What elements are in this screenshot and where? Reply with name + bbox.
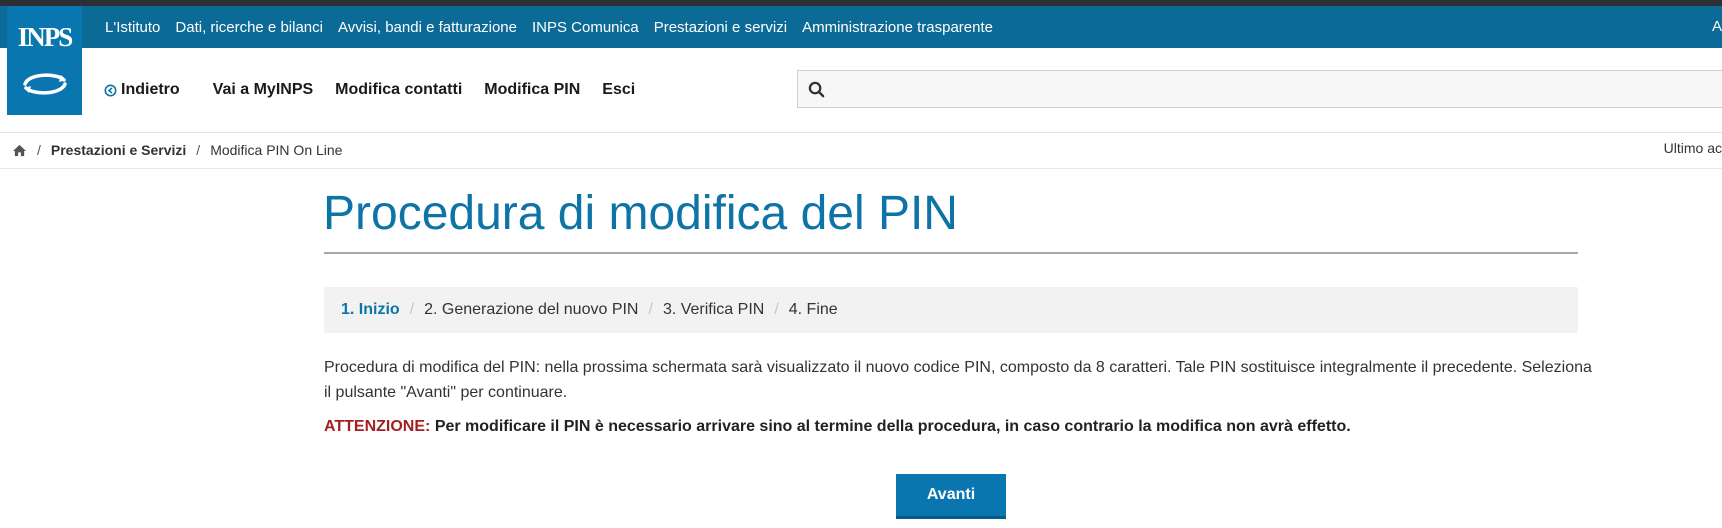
top-nav: L'Istituto Dati, ricerche e bilanci Avvi… [105,6,993,48]
step-separator: / [774,301,779,318]
warning-label: ATTENZIONE: [324,418,431,435]
modify-pin-link[interactable]: Modifica PIN [484,81,580,99]
breadcrumb: / Prestazioni e Servizi / Modifica PIN O… [12,140,342,160]
breadcrumb-current: Modifica PIN On Line [210,142,343,158]
logo-text: INPS [17,22,74,52]
secondary-nav: Indietro Vai a MyINPS Modifica contatti … [104,48,657,132]
step-4-end: 4. Fine [788,301,838,318]
breadcrumb-divider [0,168,1722,169]
procedure-description: Procedura di modifica del PIN: nella pro… [324,359,1592,401]
breadcrumb-separator: / [37,142,41,158]
search-input[interactable] [797,70,1722,108]
home-icon[interactable] [12,144,27,157]
back-link[interactable]: Indietro [104,81,180,99]
step-separator: / [409,301,415,318]
top-link-istituto[interactable]: L'Istituto [105,19,160,36]
inps-logo[interactable]: INPS [7,6,82,115]
step-3-verify: 3. Verifica PIN [662,301,765,318]
step-2-generation: 2. Generazione del nuovo PIN [424,301,639,318]
back-label: Indietro [121,81,180,98]
exit-link[interactable]: Esci [602,81,635,99]
title-underline [324,252,1578,254]
step-1-start: 1. Inizio [341,301,400,318]
top-link-prestazioni[interactable]: Prestazioni e servizi [654,19,787,36]
back-arrow-icon [104,84,117,96]
warning-text: Per modificare il PIN è necessario arriv… [434,418,1351,435]
step-indicator: 1. Inizio / 2. Generazione del nuovo PIN… [324,287,1578,333]
step-separator: / [648,301,653,318]
top-link-avvisi-bandi[interactable]: Avvisi, bandi e fatturazione [338,19,517,36]
breadcrumb-separator: / [196,142,201,158]
warning-message: ATTENZIONE: Per modificare il PIN è nece… [324,418,1351,436]
breadcrumb-section[interactable]: Prestazioni e Servizi [51,142,186,158]
top-navigation-bar: L'Istituto Dati, ricerche e bilanci Avvi… [0,6,1722,48]
top-link-inps-comunica[interactable]: INPS Comunica [532,19,639,36]
page-title: Procedura di modifica del PIN [323,187,958,240]
header-divider [0,132,1722,133]
modify-contacts-link[interactable]: Modifica contatti [335,81,462,99]
top-link-dati-ricerche[interactable]: Dati, ricerche e bilanci [175,19,323,36]
top-link-amministrazione[interactable]: Amministrazione trasparente [802,19,993,36]
search-icon [808,81,825,98]
last-update-text: Ultimo ac [1663,140,1722,156]
top-link-truncated[interactable]: A [1712,6,1722,48]
next-button[interactable]: Avanti [896,474,1006,519]
myinps-link[interactable]: Vai a MyINPS [213,81,314,99]
logo-emblem-icon [23,73,67,95]
